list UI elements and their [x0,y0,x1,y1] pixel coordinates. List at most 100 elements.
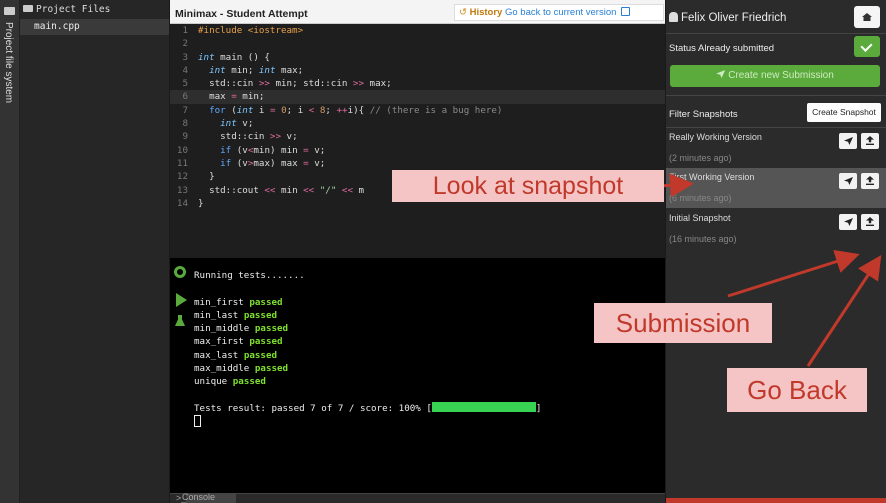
test-status: passed [243,349,278,361]
test-name: min_middle [194,323,250,335]
code-token: << [341,184,353,196]
code-token: v; [236,118,254,130]
line-number: 10 [176,144,188,156]
home-button[interactable] [854,6,880,28]
code-token: int [198,51,215,63]
edit-icon[interactable] [621,7,631,16]
code-token: >> [352,78,364,90]
code-line[interactable]: 9 std::cin >> v; [170,130,665,143]
code-line[interactable]: 2 [170,37,665,50]
history-icon: ↺ [459,7,467,18]
code-token: } [198,197,204,209]
snapshot-item[interactable]: Really Working Version (2 minutes ago) [666,128,886,168]
code-token: std::cin [198,131,270,143]
test-status: passed [254,323,289,335]
annotation-submission: Submission [594,303,772,343]
code-token: min; [225,64,259,76]
snapshot-name: First Working Version [669,172,755,182]
line-number: 7 [182,104,188,116]
line-number: 6 [182,91,188,103]
code-token: if [220,157,232,169]
test-status: passed [243,309,278,321]
restore-snapshot-button[interactable] [861,214,879,230]
send-icon [844,218,853,226]
code-line[interactable]: 10 if (v<min) min = v; [170,144,665,157]
code-token: int [220,118,237,130]
test-row: max_last passed [194,349,541,362]
project-file-system-strip[interactable]: Project file system [0,0,20,503]
code-token: min [275,184,304,196]
code-line[interactable]: 7 for (int i = 0; i < 8; ++i){ // (there… [170,104,665,117]
history-bar: ↺ History Go back to current version [454,4,664,21]
code-token: int [209,64,226,76]
code-line[interactable]: 3 int main () { [170,51,665,64]
code-line[interactable]: 4 int min; int max; [170,64,665,77]
divider [666,33,886,34]
test-name: min_first [194,296,244,308]
file-tree-header: Project Files [20,0,169,19]
test-flask-icon[interactable] [175,315,185,326]
code-line[interactable]: 11 if (v>max) max = v; [170,157,665,170]
code-token: << [303,184,315,196]
test-name: max_last [194,349,239,361]
user-name: Felix Oliver Friedrich [669,12,786,24]
home-icon [862,13,872,21]
file-tree-title: Project Files [36,4,111,15]
code-token: min) min [253,144,304,156]
file-item-main-cpp[interactable]: main.cpp [20,19,169,35]
code-token: min; std::cin [269,78,353,90]
submit-snapshot-button[interactable] [839,173,857,189]
test-status: passed [232,376,266,388]
run-play-icon[interactable] [176,293,187,307]
code-token: >> [269,131,281,143]
create-snapshot-button[interactable]: Create Snapshot [807,103,881,122]
code-token: for [209,104,226,116]
code-line[interactable]: 1 #include <iostream> [170,24,665,37]
submitted-check-button[interactable] [854,36,880,57]
code-line[interactable]: 5 std::cin >> min; std::cin >> max; [170,77,665,90]
restore-snapshot-button[interactable] [861,173,879,189]
code-editor[interactable]: Minimax - Student Attempt ↺ History Go b… [170,0,665,258]
line-number: 13 [176,184,188,196]
console-tab-bar: >_ Console [170,492,665,503]
code-token: i){ [347,104,370,116]
upload-icon [866,176,874,185]
line-number: 1 [182,25,188,36]
folder-open-icon [23,5,33,12]
code-token: "/" [319,184,337,196]
file-tree: Project Files main.cpp [20,0,170,503]
snapshot-name: Initial Snapshot [669,213,731,223]
console-toolbar [174,266,188,326]
create-new-submission-button[interactable]: Create new Submission [670,65,880,87]
code-token: (v [231,144,248,156]
gear-icon[interactable] [174,266,186,278]
code-token: std::cin [198,78,259,90]
send-icon [716,70,726,78]
code-token: #include <iostream> [198,25,304,36]
snapshot-item-selected[interactable]: First Working Version (6 minutes ago) [666,168,886,208]
snapshot-item[interactable]: Initial Snapshot (16 minutes ago) [666,209,886,249]
test-status: passed [254,363,289,375]
send-icon [844,137,853,145]
code-token: max; [364,78,392,90]
test-row: unique passed [194,375,541,388]
line-number: 5 [182,78,188,90]
console-panel[interactable]: Running tests....... min_first passed min… [170,258,665,493]
upload-icon [866,136,874,145]
code-token: std::cout [198,184,265,196]
code-token: >> [258,78,270,90]
code-line[interactable]: 8 int v; [170,117,665,130]
project-file-system-label: Project file system [3,22,14,104]
bottom-accent-bar [666,498,886,503]
submit-snapshot-button[interactable] [839,133,857,149]
submit-snapshot-button[interactable] [839,214,857,230]
editor-title: Minimax - Student Attempt [175,8,308,20]
restore-snapshot-button[interactable] [861,133,879,149]
go-back-current-link[interactable]: Go back to current version [505,7,616,18]
code-token: } [198,171,215,183]
code-token: (v [231,157,248,169]
code-line[interactable]: 6 max = min; [170,90,665,104]
